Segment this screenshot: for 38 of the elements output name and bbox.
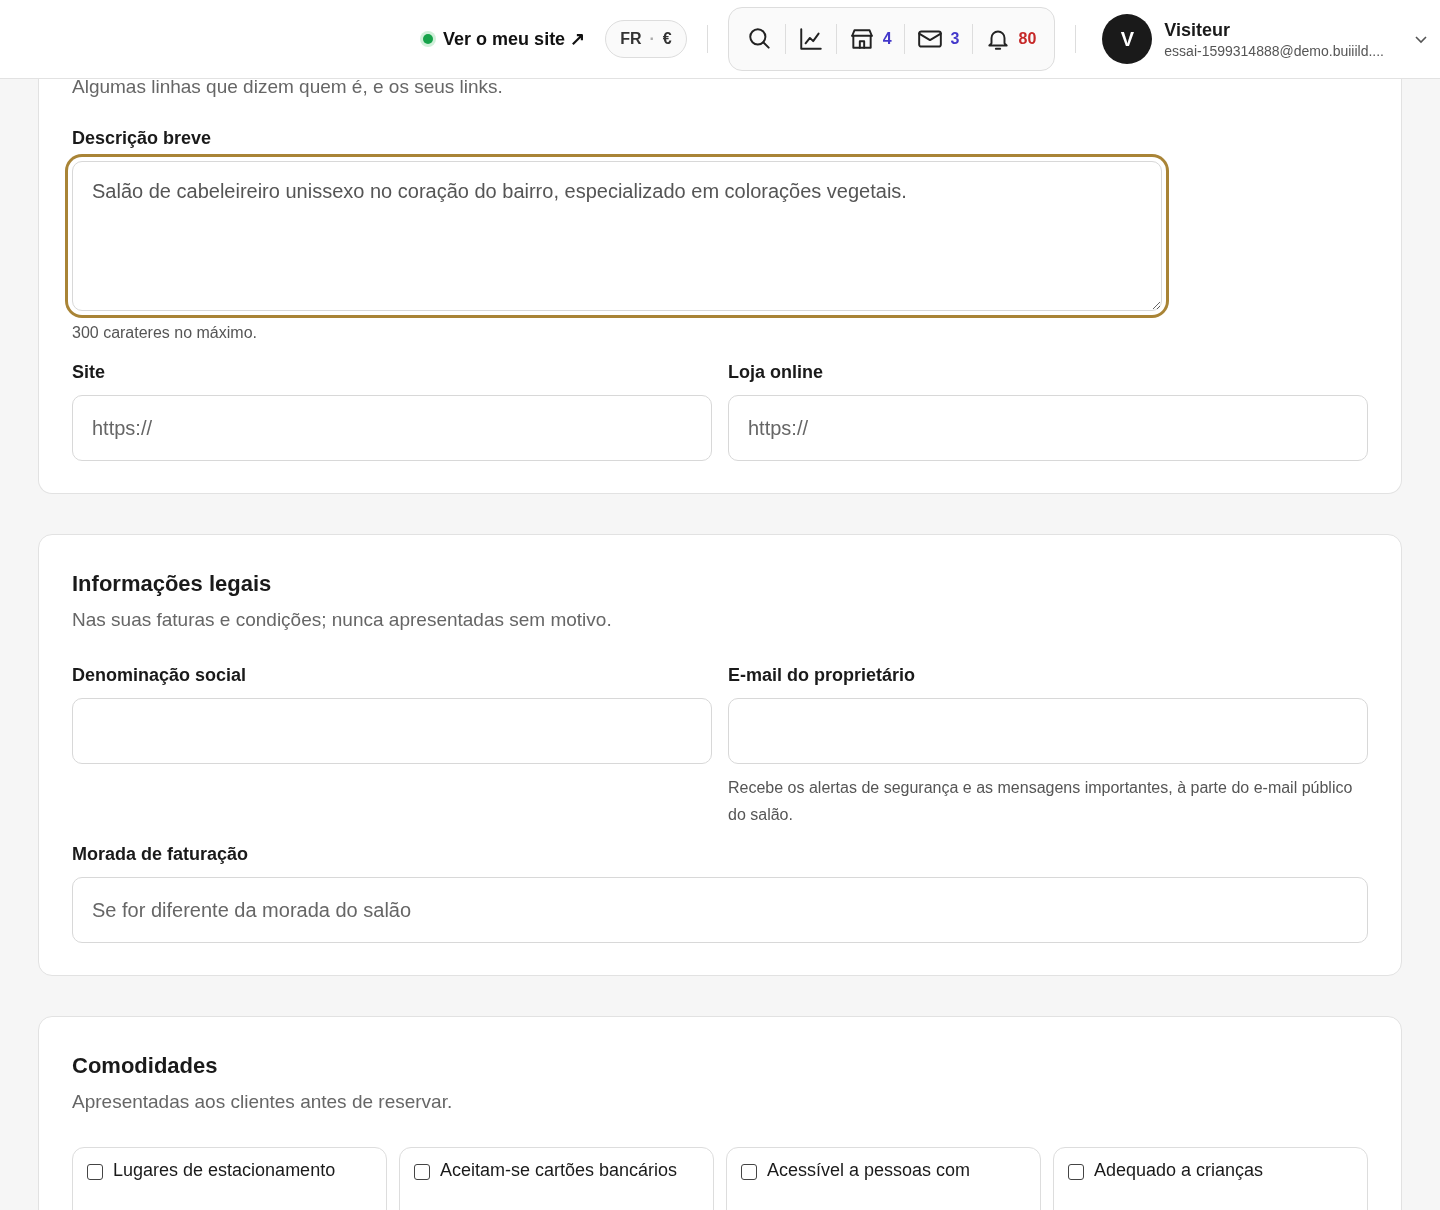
mail-button[interactable]: 3 xyxy=(903,24,972,54)
amenity-option[interactable]: Lugares de estacionamento xyxy=(72,1147,387,1210)
field-label: Site xyxy=(72,362,106,383)
input-field[interactable]: https:// xyxy=(728,395,1368,461)
field-label: Morada de faturação xyxy=(72,844,250,865)
locale-button[interactable]: FR · € xyxy=(605,20,687,58)
input-field[interactable] xyxy=(72,698,712,764)
field-hint: 300 carateres no máximo. xyxy=(72,323,258,343)
field-label: E-mail do proprietário xyxy=(728,665,917,686)
section-subtitle: Apresentadas aos clientes antes de reservar. xyxy=(72,1091,454,1113)
shop-button[interactable]: 4 xyxy=(835,24,904,54)
field-hint: Recebe os alertas de segurança e as mensagens importantes, à parte do e-mail público do salão. xyxy=(728,778,1354,825)
description-field[interactable]: Salão de cabeleireiro unissexo no coração do bairro, especializado em colorações vegetais. xyxy=(72,161,1162,311)
amenity-option[interactable]: Acessível a pessoas com xyxy=(726,1147,1041,1210)
amenity-option[interactable]: Adequado a crianças xyxy=(1053,1147,1368,1210)
checkbox[interactable] xyxy=(414,1164,430,1180)
section-subtitle: Algumas linhas que dizem quem é, e os seus links. xyxy=(72,76,504,98)
section-title: Informações legais xyxy=(72,571,273,597)
checkbox[interactable] xyxy=(1068,1164,1084,1180)
input-field[interactable]: Se for diferente da morada do salão xyxy=(72,877,1368,943)
bell-button[interactable]: 80 xyxy=(971,24,1049,54)
field-label: Denominação social xyxy=(72,665,248,686)
search-icon xyxy=(746,26,773,52)
chart-icon xyxy=(797,26,824,52)
checkbox[interactable] xyxy=(87,1164,103,1180)
field-label: Loja online xyxy=(728,362,824,383)
view-site-link[interactable]: Ver o meu site ↗ xyxy=(423,28,586,50)
input-field[interactable] xyxy=(728,698,1368,764)
checkbox[interactable] xyxy=(741,1164,757,1180)
section-title: Comodidades xyxy=(72,1053,219,1079)
user-name: Visiteur xyxy=(1164,19,1231,41)
shop-icon xyxy=(848,26,875,52)
section-subtitle: Nas suas faturas e condições; nunca apresentadas sem motivo. xyxy=(72,609,613,631)
input-field[interactable]: https:// xyxy=(72,395,712,461)
avatar[interactable]: V xyxy=(1102,14,1153,64)
amenity-option[interactable]: Aceitam-se cartões bancários xyxy=(399,1147,714,1210)
field-label: Descrição breve xyxy=(72,128,213,149)
user-email: essai-1599314888@demo.buiiild.... xyxy=(1164,42,1384,59)
